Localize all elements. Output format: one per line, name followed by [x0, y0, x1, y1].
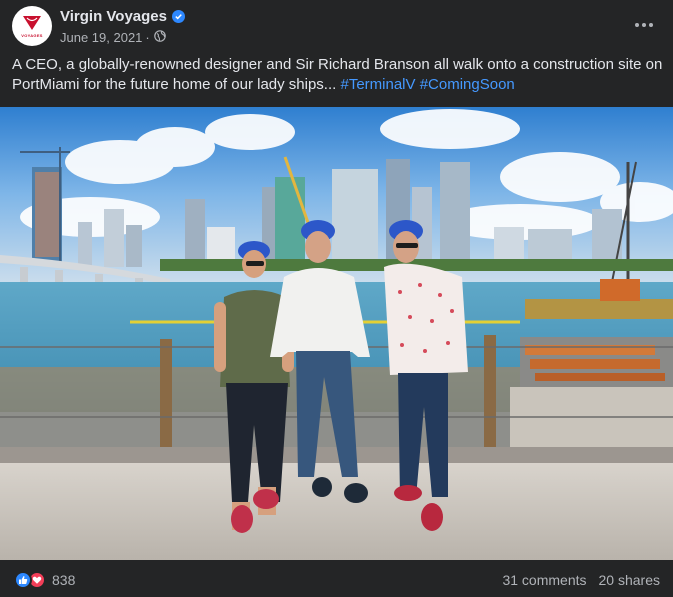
- reactions-summary[interactable]: 838: [14, 571, 75, 589]
- facebook-post: VOYAGES Virgin Voyages June 19, 2021 · A…: [0, 0, 673, 597]
- page-name-row: Virgin Voyages: [60, 8, 185, 25]
- engagement-counts: 31 comments 20 shares: [502, 572, 660, 588]
- reaction-count: 838: [52, 572, 76, 588]
- hashtag-terminalv[interactable]: #TerminalV: [340, 76, 415, 93]
- page-avatar[interactable]: VOYAGES: [12, 6, 52, 46]
- globe-icon[interactable]: [153, 30, 166, 45]
- concrete-floor: [0, 463, 673, 560]
- post-meta: June 19, 2021 ·: [60, 30, 166, 45]
- avatar-logo-text: VOYAGES: [21, 33, 43, 38]
- post-date[interactable]: June 19, 2021: [60, 30, 142, 45]
- barge: [510, 279, 673, 447]
- verified-badge-icon: [172, 10, 185, 23]
- more-options-icon[interactable]: [631, 12, 657, 38]
- post-caption: A CEO, a globally-renowned designer and …: [12, 55, 664, 95]
- like-icon: [14, 571, 32, 589]
- post-header: VOYAGES Virgin Voyages June 19, 2021 ·: [0, 0, 673, 52]
- caption-text: A CEO, a globally-renowned designer and …: [12, 56, 663, 93]
- shares-count[interactable]: 20 shares: [599, 572, 660, 588]
- meta-separator: ·: [145, 30, 150, 45]
- comments-count[interactable]: 31 comments: [502, 572, 586, 588]
- virgin-voyages-logo: [23, 16, 41, 30]
- page-name[interactable]: Virgin Voyages: [60, 8, 167, 25]
- post-photo[interactable]: [0, 107, 673, 560]
- post-footer: 838 31 comments 20 shares: [0, 560, 673, 597]
- hashtag-comingsoon[interactable]: #ComingSoon: [420, 76, 515, 93]
